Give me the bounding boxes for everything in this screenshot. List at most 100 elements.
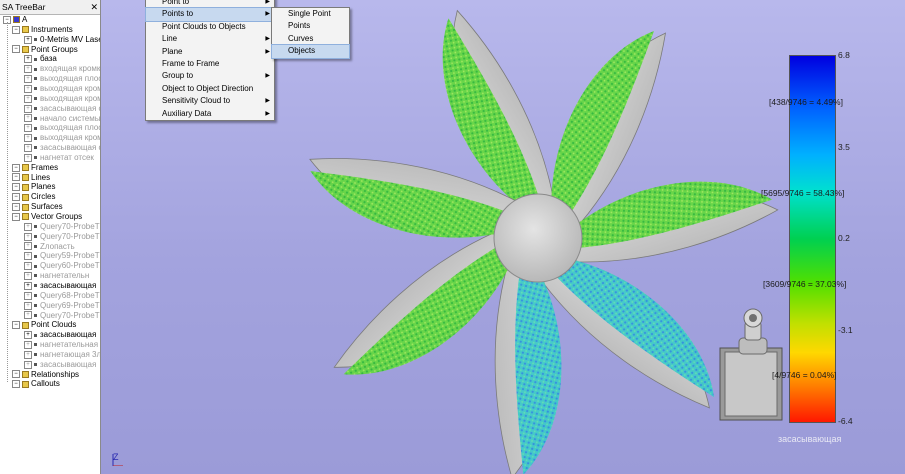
menu-item[interactable]: Points to ▶ <box>145 7 275 22</box>
tree-child-item[interactable]: + Query69-ProbeT <box>24 301 100 311</box>
tree-child-item[interactable]: + Query59-ProbeT <box>24 251 100 261</box>
tree-child-item[interactable]: + выходящая кром <box>24 94 100 104</box>
tree-child-item[interactable]: + Query70-ProbeT <box>24 222 100 232</box>
tree-folder-item[interactable]: − Frames <box>12 163 58 173</box>
submenu-item[interactable]: Curves <box>272 33 349 45</box>
menu-item[interactable]: Point Clouds to Objects <box>146 21 274 33</box>
expand-toggle-icon[interactable]: − <box>12 183 20 192</box>
expand-toggle-icon[interactable]: + <box>24 271 32 280</box>
tree-child-item[interactable]: + выходящая кром <box>24 133 100 143</box>
expand-toggle-icon[interactable]: − <box>12 163 20 172</box>
expand-toggle-icon[interactable]: + <box>24 262 32 271</box>
expand-toggle-icon[interactable]: + <box>24 252 32 261</box>
tree-bar-title-text: SA TreeBar <box>2 2 46 12</box>
expand-toggle-icon[interactable]: + <box>24 55 32 64</box>
menu-item[interactable]: Object to Object Direction <box>146 83 274 95</box>
expand-toggle-icon[interactable]: + <box>24 35 32 44</box>
expand-toggle-icon[interactable]: − <box>12 380 20 389</box>
tree-folder-item[interactable]: − Vector Groups <box>12 212 82 222</box>
submenu-item-label: Curves <box>288 33 314 43</box>
tree-child-item[interactable]: + засасывающая <box>24 330 96 340</box>
expand-toggle-icon[interactable]: + <box>24 291 32 300</box>
expand-toggle-icon[interactable]: + <box>24 114 32 123</box>
menu-item[interactable]: Plane ▶ <box>146 46 274 58</box>
tree-folder-item[interactable]: − Planes <box>12 182 55 192</box>
expand-toggle-icon[interactable]: − <box>12 212 20 221</box>
expand-toggle-icon[interactable]: − <box>12 370 20 379</box>
tree-child-item[interactable]: + нагнетательн <box>24 271 89 281</box>
tree-folder-item[interactable]: − Surfaces <box>12 202 63 212</box>
tree-child-item[interactable]: + засасывающая с <box>24 143 100 153</box>
3d-viewport[interactable]: 6.8 3.5 0.2 -3.1 -6.4 [438/9746 = 4.49%]… <box>101 0 905 474</box>
tree-child-item[interactable]: + Query70-ProbeT <box>24 311 100 321</box>
tree-folder-item[interactable]: − Point Groups <box>12 45 78 55</box>
menu-item[interactable]: Frame to Frame <box>146 58 274 70</box>
expand-toggle-icon[interactable]: + <box>24 222 32 231</box>
expand-toggle-icon[interactable]: + <box>24 311 32 320</box>
tree-child-item[interactable]: + засасывающая <box>24 281 96 291</box>
tree-folder-item[interactable]: − Point Clouds <box>12 320 76 330</box>
tree-child-item[interactable]: + выходящая кром <box>24 84 100 94</box>
menu-item-label: Point to <box>162 0 190 6</box>
tree-folder-item[interactable]: − Callouts <box>12 379 60 389</box>
expand-toggle-icon[interactable]: + <box>24 104 32 113</box>
menu-item[interactable]: Sensitivity Cloud to ▶ <box>146 95 274 107</box>
expand-toggle-icon[interactable]: − <box>12 45 20 54</box>
tree-item-label: Instruments <box>31 24 73 34</box>
tree-folder-item[interactable]: − Lines <box>12 173 50 183</box>
expand-toggle-icon[interactable]: + <box>24 301 32 310</box>
tree-item-label: выходящая плос <box>40 123 101 133</box>
tree-child-item[interactable]: + Query70-ProbeT <box>24 232 100 242</box>
tree-folder-item[interactable]: − Relationships <box>12 370 79 380</box>
menu-item[interactable]: Auxiliary Data ▶ <box>146 108 274 120</box>
submenu-item[interactable]: Objects <box>271 44 350 59</box>
menu-item-label: Sensitivity Cloud to <box>162 96 231 106</box>
close-icon[interactable]: ✕ <box>90 0 98 14</box>
tree-child-item[interactable]: + база <box>24 54 57 64</box>
tree-child-item[interactable]: + нагнетательная <box>24 340 98 350</box>
menu-item[interactable]: Line ▶ <box>146 33 274 45</box>
tree-child-item[interactable]: + Query68-ProbeT <box>24 291 100 301</box>
expand-toggle-icon[interactable]: + <box>24 281 32 290</box>
tree-guide-line <box>7 22 8 382</box>
expand-toggle-icon[interactable]: − <box>12 173 20 182</box>
tree-child-item[interactable]: + Query60-ProbeT <box>24 261 100 271</box>
expand-toggle-icon[interactable]: − <box>12 25 20 34</box>
expand-toggle-icon[interactable]: + <box>24 153 32 162</box>
expand-toggle-icon[interactable]: + <box>24 124 32 133</box>
expand-toggle-icon[interactable]: + <box>24 242 32 251</box>
expand-toggle-icon[interactable]: + <box>24 134 32 143</box>
tree-child-item[interactable]: + выходящая плос <box>24 123 101 133</box>
expand-toggle-icon[interactable]: − <box>12 193 20 202</box>
point-icon <box>34 156 37 160</box>
expand-toggle-icon[interactable]: + <box>24 94 32 103</box>
menu-item[interactable]: Group to ▶ <box>146 70 274 82</box>
tree-child-item[interactable]: + засасывающая с <box>24 104 100 114</box>
submenu-item[interactable]: Points <box>272 20 349 32</box>
tree-child-item[interactable]: +0-Metris MV Lase <box>24 35 100 45</box>
expand-toggle-icon[interactable]: + <box>24 74 32 83</box>
tree-child-item[interactable]: + нагнетающая 3л <box>24 350 100 360</box>
expand-toggle-icon[interactable]: + <box>24 65 32 74</box>
tree-child-item[interactable]: + выходящая плос <box>24 74 100 84</box>
expand-toggle-icon[interactable]: + <box>24 232 32 241</box>
tree-folder-item[interactable]: − Circles <box>12 192 55 202</box>
submenu-item[interactable]: Single Point <box>272 8 349 20</box>
expand-toggle-icon[interactable]: − <box>12 203 20 212</box>
expand-toggle-icon[interactable]: + <box>24 331 32 340</box>
expand-toggle-icon[interactable]: + <box>24 360 32 369</box>
tree-item-label: Zлопасть <box>40 241 75 251</box>
expand-toggle-icon[interactable]: + <box>24 143 32 152</box>
tree-child-item[interactable]: + начало системы <box>24 114 100 124</box>
expand-toggle-icon[interactable]: + <box>24 350 32 359</box>
tree-child-item[interactable]: + засасывающая <box>24 360 96 370</box>
tree-item-label: Query60-ProbeT <box>40 261 100 271</box>
menu-item[interactable]: Point to ▶ <box>146 0 274 8</box>
tree-folder-item[interactable]: − Instruments <box>12 25 73 35</box>
expand-toggle-icon[interactable]: + <box>24 340 32 349</box>
expand-toggle-icon[interactable]: + <box>24 84 32 93</box>
expand-toggle-icon[interactable]: − <box>12 321 20 330</box>
tree-child-item[interactable]: + входящая кромк <box>24 64 100 74</box>
tree-child-item[interactable]: + Zлопасть <box>24 242 75 252</box>
tree-child-item[interactable]: + нагнетат отсек <box>24 153 94 163</box>
